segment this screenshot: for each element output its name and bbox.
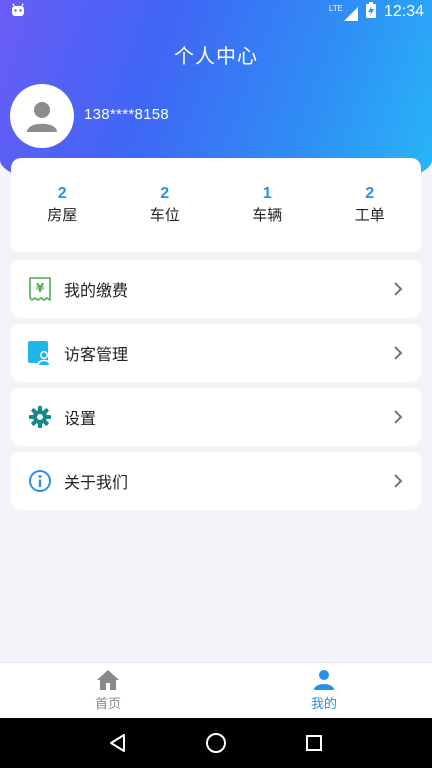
- tab-mine[interactable]: 我的: [216, 663, 432, 718]
- back-icon[interactable]: [108, 733, 128, 753]
- gear-icon: [27, 404, 53, 430]
- svg-text:¥: ¥: [36, 281, 45, 295]
- stat-value: 2: [160, 185, 170, 202]
- person-icon: [314, 670, 334, 690]
- stats-card: 2 房屋 2 车位 1 车辆 2 工单: [11, 158, 421, 252]
- tab-label: 首页: [94, 697, 121, 712]
- menu-item-about[interactable]: 关于我们: [11, 452, 421, 510]
- stat-value: 2: [57, 185, 67, 202]
- bottom-tab-bar: 首页 我的: [0, 662, 432, 718]
- home-icon: [97, 670, 119, 690]
- recents-icon[interactable]: [304, 733, 324, 753]
- stat-value: 2: [365, 185, 375, 202]
- stat-label: 车位: [149, 206, 180, 224]
- menu-item-visitors[interactable]: 访客管理: [11, 324, 421, 382]
- tab-home[interactable]: 首页: [0, 663, 216, 718]
- battery-charging-icon: [365, 2, 376, 22]
- stat-vehicles[interactable]: 1 车辆: [216, 185, 319, 225]
- payment-receipt-icon: ¥: [27, 276, 53, 302]
- tab-label: 我的: [310, 697, 337, 712]
- lte-signal-icon: LTE: [329, 4, 358, 21]
- chevron-right-icon: [394, 346, 403, 360]
- stat-parking[interactable]: 2 车位: [114, 185, 217, 225]
- menu-item-label: 访客管理: [64, 345, 129, 364]
- visitor-icon: [27, 340, 53, 366]
- network-type-label: LTE: [328, 3, 343, 13]
- menu-item-label: 我的缴费: [64, 281, 129, 300]
- page-title: 个人中心: [174, 44, 258, 68]
- user-silhouette-icon: [27, 102, 57, 132]
- home-circle-icon[interactable]: [205, 732, 227, 754]
- menu-item-settings[interactable]: 设置: [11, 388, 421, 446]
- menu-item-payment[interactable]: ¥ 我的缴费: [11, 260, 421, 318]
- android-notification-icon: [10, 2, 26, 22]
- status-bar: LTE 12:34: [0, 0, 432, 24]
- chevron-right-icon: [394, 474, 403, 488]
- system-navigation-bar: [0, 718, 432, 768]
- info-icon: [27, 468, 53, 494]
- chevron-right-icon: [394, 282, 403, 296]
- menu-item-label: 关于我们: [64, 473, 129, 492]
- clock: 12:34: [383, 3, 424, 20]
- stat-label: 车辆: [252, 206, 283, 224]
- stat-work-orders[interactable]: 2 工单: [319, 185, 422, 225]
- stat-houses[interactable]: 2 房屋: [11, 185, 114, 225]
- menu-item-label: 设置: [64, 409, 97, 428]
- stat-label: 房屋: [47, 206, 78, 224]
- stat-label: 工单: [354, 206, 385, 224]
- stat-value: 1: [262, 185, 272, 202]
- chevron-right-icon: [394, 410, 403, 424]
- user-phone: 138****8158: [84, 106, 170, 123]
- avatar[interactable]: [10, 84, 74, 148]
